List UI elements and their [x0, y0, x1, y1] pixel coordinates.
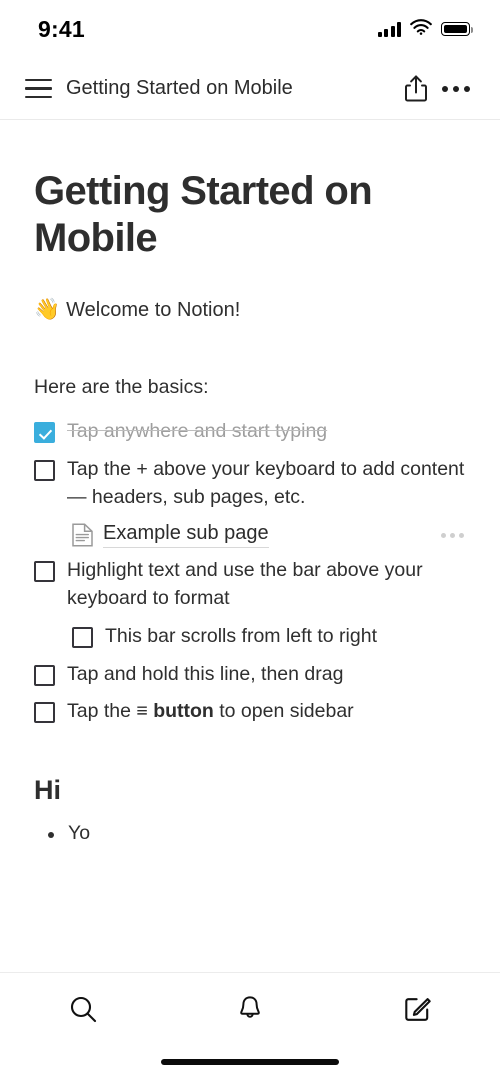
- sub-page-more-options-icon[interactable]: [439, 527, 466, 544]
- checkbox-unchecked[interactable]: [34, 561, 55, 583]
- status-bar-icons: [377, 18, 474, 40]
- checkbox-unchecked[interactable]: [34, 664, 55, 686]
- todo-label: Highlight text and use the bar above you…: [67, 559, 423, 610]
- tab-notifications[interactable]: [167, 973, 334, 1044]
- waving-hand-icon: 👋: [34, 298, 61, 322]
- compose-icon: [404, 997, 431, 1021]
- home-indicator-area: [0, 1044, 500, 1080]
- todo-item-nested[interactable]: This bar scrolls from left to right: [34, 618, 466, 656]
- section-heading: Hi: [34, 774, 61, 805]
- todo-item[interactable]: Tap the + above your keyboard to add con…: [34, 451, 466, 516]
- todo-list: Tap anywhere and start typing Tap the + …: [34, 413, 466, 731]
- todo-label-rich: Tap the ≡ button to open sidebar: [67, 698, 354, 726]
- todo-item[interactable]: Tap and hold this line, then drag: [34, 656, 466, 694]
- todo-label: Tap and hold this line, then drag: [67, 662, 344, 685]
- navigation-bar: Getting Started on Mobile: [0, 58, 500, 120]
- hamburger-menu-icon[interactable]: [16, 67, 60, 111]
- home-indicator[interactable]: [161, 1059, 339, 1065]
- phone-screen: 9:41 Getting Started on Mobile Getting S…: [0, 0, 500, 1080]
- welcome-paragraph: 👋 Welcome to Notion!: [34, 298, 466, 322]
- bullet-list-item: Yo: [34, 822, 466, 845]
- wifi-icon: [410, 18, 432, 40]
- todo-label: This bar scrolls from left to right: [105, 624, 377, 647]
- welcome-text: Welcome to Notion!: [66, 298, 241, 321]
- todo-item[interactable]: Highlight text and use the bar above you…: [34, 552, 466, 617]
- share-icon[interactable]: [396, 67, 436, 111]
- todo-item[interactable]: Tap the ≡ button to open sidebar: [34, 693, 466, 731]
- sub-page-title[interactable]: Example sub page: [103, 522, 269, 549]
- bullet-dot-icon: [48, 831, 54, 838]
- todo-label: Tap anywhere and start typing: [67, 420, 328, 443]
- more-options-icon[interactable]: [436, 67, 476, 111]
- checkbox-checked[interactable]: [34, 422, 55, 444]
- page-title-nav: Getting Started on Mobile: [66, 77, 293, 99]
- status-bar-time: 9:41: [38, 15, 85, 42]
- checkbox-unchecked[interactable]: [72, 626, 93, 648]
- todo-label-after: to open sidebar: [213, 700, 354, 723]
- tab-new-note[interactable]: [333, 973, 500, 1044]
- tab-search[interactable]: [0, 973, 167, 1044]
- bottom-tab-bar: [0, 972, 500, 1044]
- page-title: Getting Started on Mobile: [34, 169, 373, 261]
- status-bar: 9:41: [0, 0, 500, 58]
- todo-label-bold: button: [153, 700, 214, 723]
- todo-item[interactable]: Tap anywhere and start typing: [34, 413, 466, 451]
- basics-label: Here are the basics:: [34, 376, 209, 399]
- page-content: Getting Started on Mobile 👋 Welcome to N…: [0, 120, 500, 972]
- checkbox-unchecked[interactable]: [34, 702, 55, 724]
- cellular-bars-icon: [377, 21, 401, 37]
- bullet-text: Yo: [68, 821, 91, 844]
- checkbox-unchecked[interactable]: [34, 460, 55, 482]
- battery-full-icon: [441, 22, 474, 36]
- document-page-icon: [72, 523, 93, 547]
- sub-page-row[interactable]: Example sub page: [34, 522, 466, 549]
- search-icon: [71, 996, 97, 1022]
- todo-label: Tap the + above your keyboard to add con…: [67, 458, 465, 508]
- bell-icon: [240, 995, 260, 1018]
- todo-label-before: Tap the ≡: [67, 700, 154, 723]
